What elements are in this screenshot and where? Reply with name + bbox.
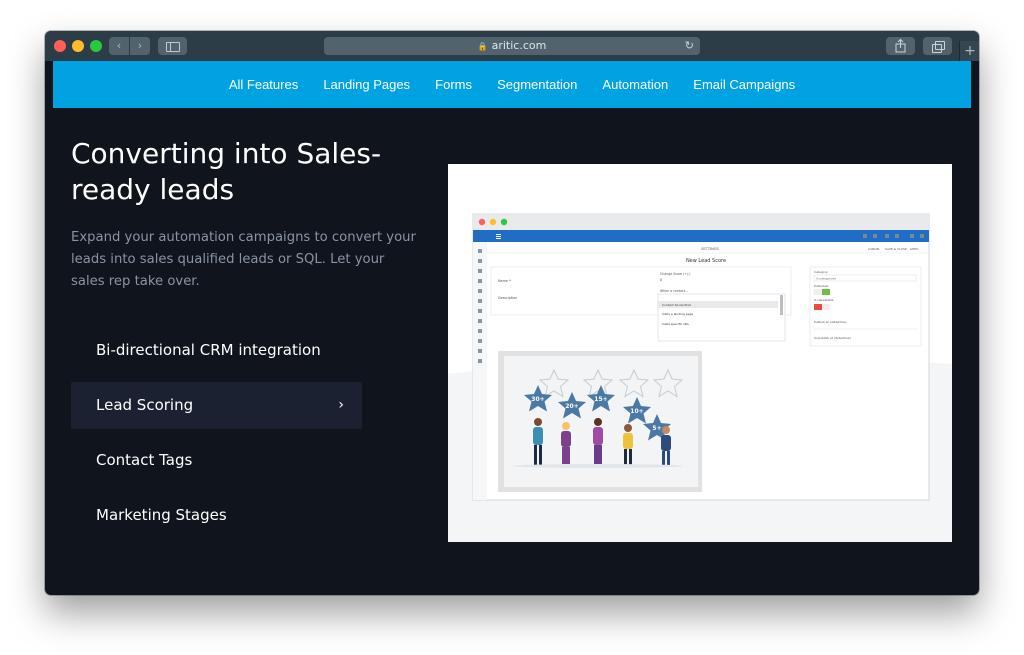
- repeatable-label: Is repeatable: [814, 298, 834, 302]
- cancel-button[interactable]: CANCEL: [868, 247, 880, 251]
- app-topbar: [473, 230, 929, 242]
- feature-item-marketing-stages[interactable]: Marketing Stages: [71, 492, 362, 539]
- reload-icon[interactable]: ↻: [685, 37, 694, 55]
- when-contact-label: When a contact...: [660, 289, 688, 293]
- page-title: Converting into Sales-ready leads: [71, 137, 382, 206]
- nav-item-automation[interactable]: Automation: [602, 61, 668, 108]
- feature-item-crm-integration[interactable]: Bi-directional CRM integration: [71, 327, 362, 374]
- star-label: 30+: [531, 396, 544, 403]
- dropdown-option[interactable]: Contact Social Post: [662, 303, 692, 307]
- forward-button[interactable]: ›: [130, 37, 150, 55]
- chevron-right-icon: ›: [338, 397, 344, 413]
- share-button[interactable]: [886, 37, 915, 55]
- description-field-label: Description: [498, 296, 517, 300]
- chevron-right-icon: ›: [137, 39, 143, 52]
- share-icon: [895, 38, 906, 53]
- nav-item-segmentation[interactable]: Segmentation: [497, 61, 577, 108]
- feature-item-label: Bi-directional CRM integration: [96, 341, 321, 359]
- url-text: aritic.com: [491, 39, 547, 52]
- repeatable-toggle[interactable]: [814, 304, 822, 310]
- feature-item-lead-scoring[interactable]: Lead Scoring ›: [71, 382, 362, 429]
- tab-overview-button[interactable]: [923, 37, 952, 55]
- nav-item-email-campaigns[interactable]: Email Campaigns: [693, 61, 795, 108]
- new-tab-button[interactable]: +: [959, 41, 979, 61]
- lead-score-app-mockup: SETTINGS CANCEL SAVE & CLOSE APPLY New L…: [448, 213, 952, 542]
- back-button[interactable]: ‹: [109, 37, 129, 55]
- dropdown-option[interactable]: Visits a landing page: [662, 312, 693, 316]
- category-value[interactable]: Uncategorized: [816, 277, 836, 281]
- sidebar-toggle-button[interactable]: [158, 37, 187, 55]
- publish-date-label: Publish at (date/time): [814, 320, 847, 324]
- published-label: Published: [814, 284, 829, 288]
- nav-item-forms[interactable]: Forms: [435, 61, 472, 108]
- star-label: 20+: [565, 403, 578, 410]
- close-window-button[interactable]: [54, 40, 66, 52]
- lock-icon: 🔒: [477, 42, 488, 51]
- change-score-label: Change Score (+/-): [660, 272, 691, 276]
- feature-screenshot: SETTINGS CANCEL SAVE & CLOSE APPLY New L…: [448, 164, 952, 542]
- sidebar-icon: [166, 42, 180, 52]
- star-label: 10+: [630, 408, 643, 415]
- minimize-window-button[interactable]: [72, 40, 84, 52]
- apply-button[interactable]: APPLY: [910, 247, 919, 251]
- star-label: 15+: [594, 396, 607, 403]
- save-close-button[interactable]: SAVE & CLOSE: [885, 247, 907, 251]
- settings-label: SETTINGS: [701, 247, 719, 251]
- browser-window: ‹ › 🔒 aritic.com ↻ + All Features Landing…: [45, 31, 979, 595]
- zoom-window-button[interactable]: [90, 40, 102, 52]
- published-toggle[interactable]: [822, 289, 830, 295]
- browser-titlebar: ‹ › 🔒 aritic.com ↻ +: [45, 31, 979, 61]
- chevron-left-icon: ‹: [116, 39, 122, 52]
- main-navbar: All Features Landing Pages Forms Segment…: [53, 61, 971, 108]
- star-label: 5+: [652, 425, 661, 432]
- page-description: Expand your automation campaigns to conv…: [71, 230, 416, 289]
- feature-item-label: Marketing Stages: [96, 506, 227, 524]
- name-field-label: Name *: [498, 279, 511, 283]
- feature-item-label: Contact Tags: [96, 451, 193, 469]
- feature-item-contact-tags[interactable]: Contact Tags: [71, 437, 362, 484]
- address-bar[interactable]: 🔒 aritic.com ↻: [324, 37, 700, 55]
- unpublish-date-label: Unpublish at (date/time): [814, 336, 851, 340]
- app-title: New Lead Score: [686, 258, 726, 264]
- lead-score-illustration: 30+ 20+ 15+ 10+ 5+: [498, 351, 702, 492]
- nav-item-landing-pages[interactable]: Landing Pages: [323, 61, 410, 108]
- dropdown-option[interactable]: Visits specific URL: [662, 322, 689, 326]
- category-label: Category: [814, 270, 828, 274]
- nav-item-all-features[interactable]: All Features: [229, 61, 298, 108]
- change-score-value: 0: [660, 278, 662, 282]
- feature-item-label: Lead Scoring: [96, 396, 194, 414]
